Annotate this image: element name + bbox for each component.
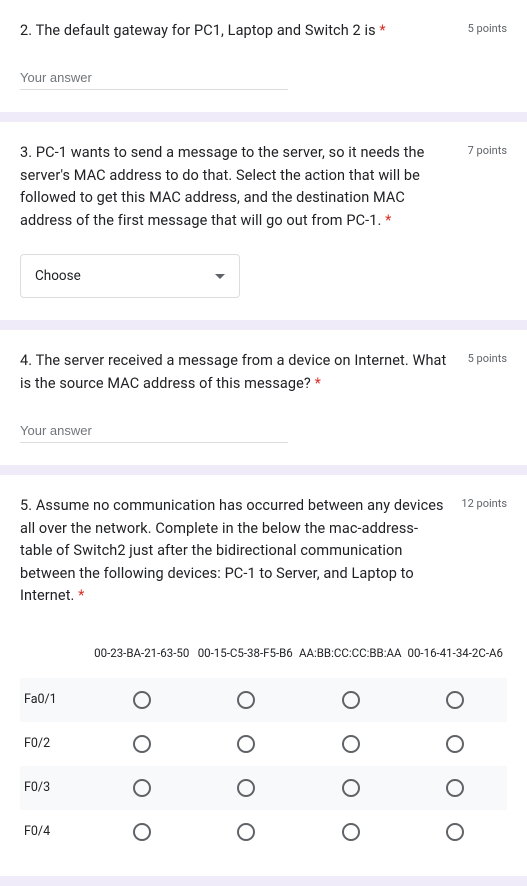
grid-row: Fa0/1 bbox=[20, 678, 507, 722]
question-4-text: 4. The server received a message from a … bbox=[20, 350, 468, 395]
radio-option[interactable] bbox=[342, 823, 360, 841]
radio-option[interactable] bbox=[237, 823, 255, 841]
question-4-header: 4. The server received a message from a … bbox=[20, 350, 507, 395]
question-2-points: 5 points bbox=[468, 20, 507, 35]
grid-row: F0/2 bbox=[20, 722, 507, 766]
grid-row: F0/3 bbox=[20, 766, 507, 810]
question-4-body: 4. The server received a message from a … bbox=[20, 352, 446, 391]
grid-col-header: 00-16-41-34-2C-A6 bbox=[404, 642, 507, 666]
question-2-header: 2. The default gateway for PC1, Laptop a… bbox=[20, 20, 507, 42]
question-4-answer-input[interactable] bbox=[20, 419, 288, 443]
radio-option[interactable] bbox=[133, 691, 151, 709]
radio-option[interactable] bbox=[133, 779, 151, 797]
radio-option[interactable] bbox=[342, 735, 360, 753]
question-5-grid: 00-23-BA-21-63-50 00-15-C5-38-F5-B6 AA:B… bbox=[20, 630, 507, 854]
radio-option[interactable] bbox=[133, 735, 151, 753]
grid-row-label: F0/4 bbox=[20, 824, 90, 839]
grid-row-label: F0/3 bbox=[20, 780, 90, 795]
radio-option[interactable] bbox=[237, 691, 255, 709]
question-3-body: 3. PC-1 wants to send a message to the s… bbox=[20, 144, 424, 228]
question-2-answer-input[interactable] bbox=[20, 66, 288, 90]
question-2-card: 2. The default gateway for PC1, Laptop a… bbox=[0, 0, 527, 112]
required-mark: * bbox=[78, 587, 84, 604]
radio-option[interactable] bbox=[237, 735, 255, 753]
question-3-header: 3. PC-1 wants to send a message to the s… bbox=[20, 142, 507, 232]
question-3-points: 7 points bbox=[468, 142, 507, 157]
grid-col-header: 00-15-C5-38-F5-B6 bbox=[193, 642, 296, 666]
question-3-text: 3. PC-1 wants to send a message to the s… bbox=[20, 142, 468, 232]
question-5-card: 5. Assume no communication has occurred … bbox=[0, 475, 527, 875]
required-mark: * bbox=[385, 212, 391, 229]
radio-option[interactable] bbox=[133, 823, 151, 841]
grid-col-header: AA:BB:CC:CC:BB:AA bbox=[297, 642, 404, 666]
radio-option[interactable] bbox=[446, 735, 464, 753]
grid-row-label: Fa0/1 bbox=[20, 692, 90, 707]
radio-option[interactable] bbox=[446, 779, 464, 797]
question-5-header: 5. Assume no communication has occurred … bbox=[20, 495, 507, 607]
grid-header-row: 00-23-BA-21-63-50 00-15-C5-38-F5-B6 AA:B… bbox=[20, 630, 507, 678]
radio-option[interactable] bbox=[446, 823, 464, 841]
grid-row-label: F0/2 bbox=[20, 736, 90, 751]
question-2-text: 2. The default gateway for PC1, Laptop a… bbox=[20, 20, 468, 42]
grid-col-header: 00-23-BA-21-63-50 bbox=[90, 642, 193, 666]
question-2-body: 2. The default gateway for PC1, Laptop a… bbox=[20, 22, 379, 39]
question-4-card: 4. The server received a message from a … bbox=[0, 330, 527, 465]
question-5-points: 12 points bbox=[461, 495, 507, 510]
grid-row: F0/4 bbox=[20, 810, 507, 854]
radio-option[interactable] bbox=[342, 691, 360, 709]
chevron-down-icon bbox=[215, 274, 225, 279]
radio-option[interactable] bbox=[446, 691, 464, 709]
question-3-dropdown[interactable]: Choose bbox=[20, 254, 240, 298]
question-3-card: 3. PC-1 wants to send a message to the s… bbox=[0, 122, 527, 320]
dropdown-label: Choose bbox=[35, 268, 81, 284]
question-5-text: 5. Assume no communication has occurred … bbox=[20, 495, 461, 607]
radio-option[interactable] bbox=[237, 779, 255, 797]
required-mark: * bbox=[379, 22, 385, 39]
question-4-points: 5 points bbox=[468, 350, 507, 365]
required-mark: * bbox=[315, 375, 321, 392]
radio-option[interactable] bbox=[342, 779, 360, 797]
